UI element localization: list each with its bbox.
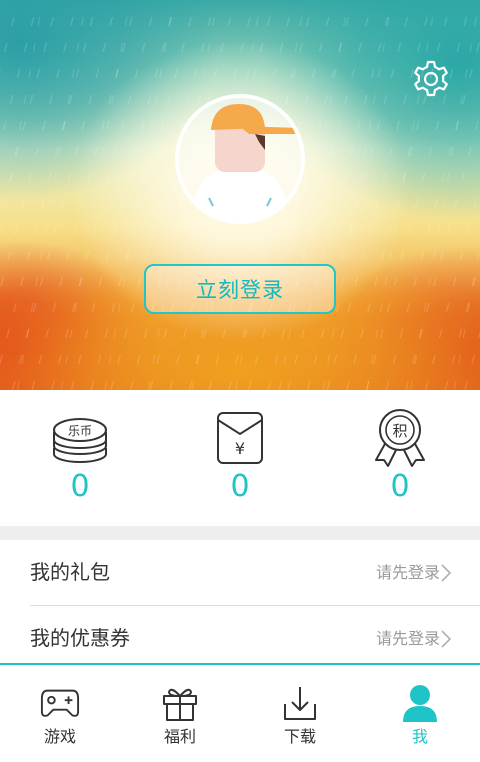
- gear-icon: [414, 60, 448, 97]
- tab-me[interactable]: 我: [360, 665, 480, 762]
- menu-item-label: 我的优惠券: [30, 626, 130, 650]
- tab-label: 游戏: [43, 727, 76, 746]
- svg-text:乐币: 乐币: [68, 424, 92, 438]
- tab-label: 下载: [283, 727, 316, 746]
- settings-button[interactable]: [408, 56, 454, 102]
- menu-item-gift-packs[interactable]: 我的礼包 请先登录: [0, 540, 480, 606]
- person-icon: [403, 685, 437, 722]
- svg-text:¥: ¥: [235, 439, 245, 458]
- gift-icon: [163, 688, 197, 721]
- section-separator: [0, 526, 480, 540]
- balance-value: 0: [230, 469, 250, 504]
- points-badge-icon: 积: [375, 409, 425, 467]
- wallet-yuan-icon: ¥: [217, 412, 263, 464]
- tab-games[interactable]: 游戏: [0, 665, 120, 762]
- chevron-right-icon: [441, 630, 452, 648]
- chevron-right-icon: [441, 564, 452, 582]
- coins-value: 0: [70, 469, 90, 504]
- stat-balance[interactable]: ¥ 0: [160, 390, 320, 526]
- tab-label: 福利: [163, 727, 196, 746]
- login-hint: 请先登录: [375, 629, 440, 648]
- svg-text:积: 积: [392, 422, 407, 440]
- login-hint: 请先登录: [375, 563, 440, 582]
- tab-label: 我: [411, 727, 428, 746]
- avatar[interactable]: [175, 94, 305, 224]
- stat-coins[interactable]: 乐币 0: [0, 390, 160, 526]
- profile-header: 立刻登录: [0, 0, 480, 390]
- stat-points[interactable]: 积 0: [320, 390, 480, 526]
- wallet-stats: 乐币 0 ¥ 0 积 0: [0, 390, 480, 526]
- default-avatar-icon: [179, 98, 301, 220]
- bottom-tab-bar: 游戏 福利 下载 我: [0, 663, 480, 762]
- gamepad-icon: [40, 689, 80, 717]
- login-button[interactable]: 立刻登录: [144, 264, 336, 314]
- coin-stack-icon: 乐币: [53, 418, 107, 463]
- download-icon: [284, 687, 316, 720]
- points-value: 0: [390, 469, 410, 504]
- menu-item-label: 我的礼包: [30, 560, 110, 584]
- tab-downloads[interactable]: 下载: [240, 665, 360, 762]
- tab-benefits[interactable]: 福利: [120, 665, 240, 762]
